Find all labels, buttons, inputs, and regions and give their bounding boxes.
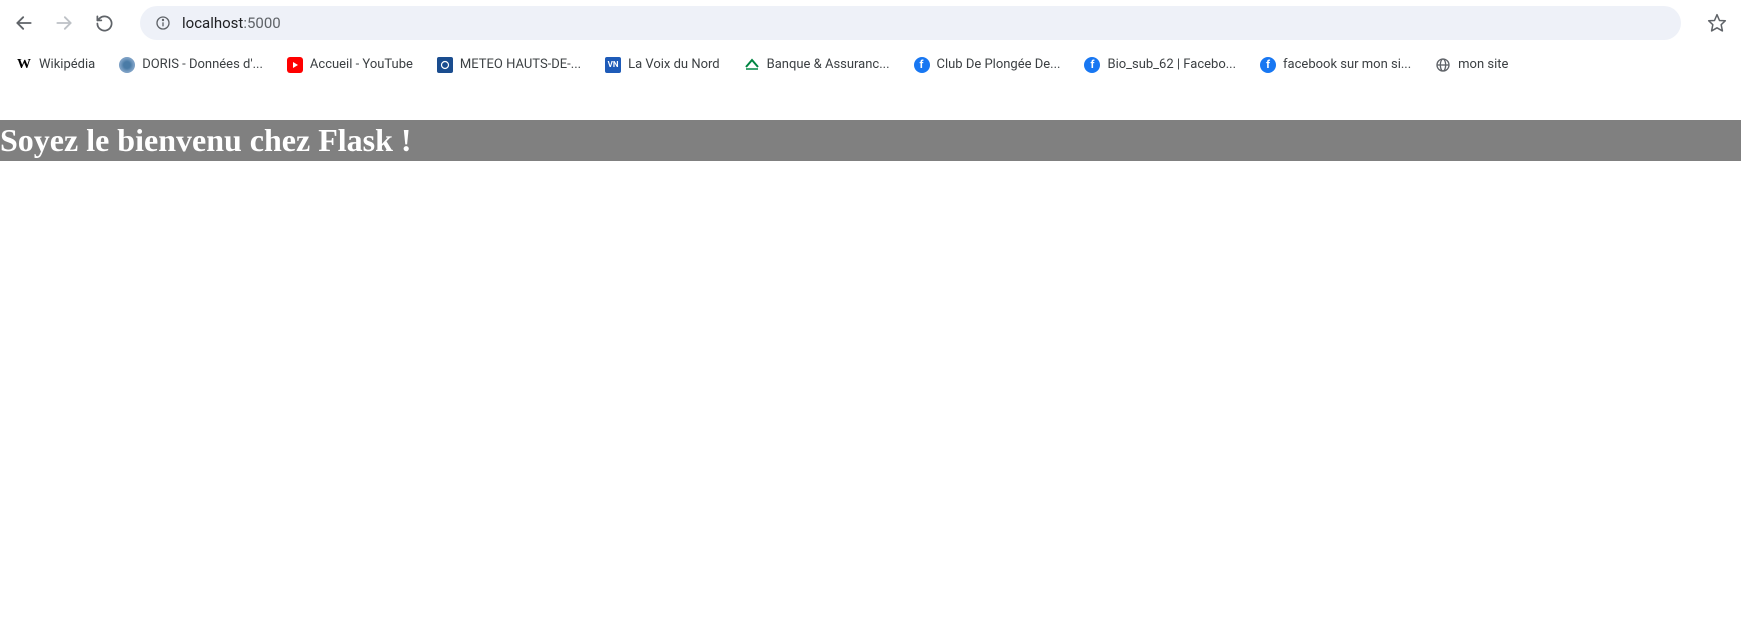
url-port: :5000 [243, 14, 280, 32]
reload-button[interactable] [88, 7, 120, 39]
bookmark-banque[interactable]: Banque & Assuranc... [736, 53, 898, 77]
bookmark-doris[interactable]: DORIS - Données d'... [111, 53, 271, 77]
youtube-icon [287, 57, 303, 73]
bookmark-youtube[interactable]: Accueil - YouTube [279, 53, 421, 77]
bookmark-wikipedia[interactable]: W Wikipédia [8, 53, 103, 77]
banque-icon [744, 57, 760, 73]
url-text: localhost:5000 [182, 14, 1667, 32]
back-button[interactable] [8, 7, 40, 39]
star-icon [1707, 13, 1727, 33]
bookmark-label: mon site [1458, 57, 1508, 72]
bookmark-biosub[interactable]: f Bio_sub_62 | Facebo... [1076, 53, 1244, 77]
arrow-right-icon [54, 13, 74, 33]
bookmark-label: Club De Plongée De... [937, 57, 1061, 72]
page-heading: Soyez le bienvenu chez Flask ! [0, 120, 1741, 161]
url-host: localhost [182, 14, 243, 32]
page-content: Soyez le bienvenu chez Flask ! [0, 84, 1741, 161]
meteo-icon [437, 57, 453, 73]
site-info-icon[interactable] [154, 14, 172, 32]
bookmark-label: facebook sur mon si... [1283, 57, 1411, 72]
bookmark-meteo[interactable]: METEO HAUTS-DE-... [429, 53, 589, 77]
bookmark-label: Bio_sub_62 | Facebo... [1107, 57, 1236, 72]
bookmark-label: La Voix du Nord [628, 57, 720, 72]
bookmark-label: Accueil - YouTube [310, 57, 413, 72]
bookmark-label: METEO HAUTS-DE-... [460, 57, 581, 72]
arrow-left-icon [14, 13, 34, 33]
bookmark-voix[interactable]: VN La Voix du Nord [597, 53, 728, 77]
reload-icon [95, 14, 114, 33]
bookmark-label: DORIS - Données d'... [142, 57, 263, 72]
bookmark-star-button[interactable] [1701, 7, 1733, 39]
bookmark-facebook-site[interactable]: f facebook sur mon si... [1252, 53, 1419, 77]
bookmark-monsite[interactable]: mon site [1427, 53, 1516, 77]
facebook-icon: f [914, 57, 930, 73]
voix-icon: VN [605, 57, 621, 73]
doris-icon [119, 57, 135, 73]
facebook-icon: f [1260, 57, 1276, 73]
wikipedia-icon: W [16, 57, 32, 73]
forward-button[interactable] [48, 7, 80, 39]
bookmarks-bar: W Wikipédia DORIS - Données d'... Accuei… [0, 46, 1741, 84]
globe-icon [1435, 57, 1451, 73]
address-bar[interactable]: localhost:5000 [140, 6, 1681, 40]
bookmark-label: Wikipédia [39, 57, 95, 72]
facebook-icon: f [1084, 57, 1100, 73]
browser-toolbar: localhost:5000 [0, 0, 1741, 46]
bookmark-club-plongee[interactable]: f Club De Plongée De... [906, 53, 1069, 77]
bookmark-label: Banque & Assuranc... [767, 57, 890, 72]
